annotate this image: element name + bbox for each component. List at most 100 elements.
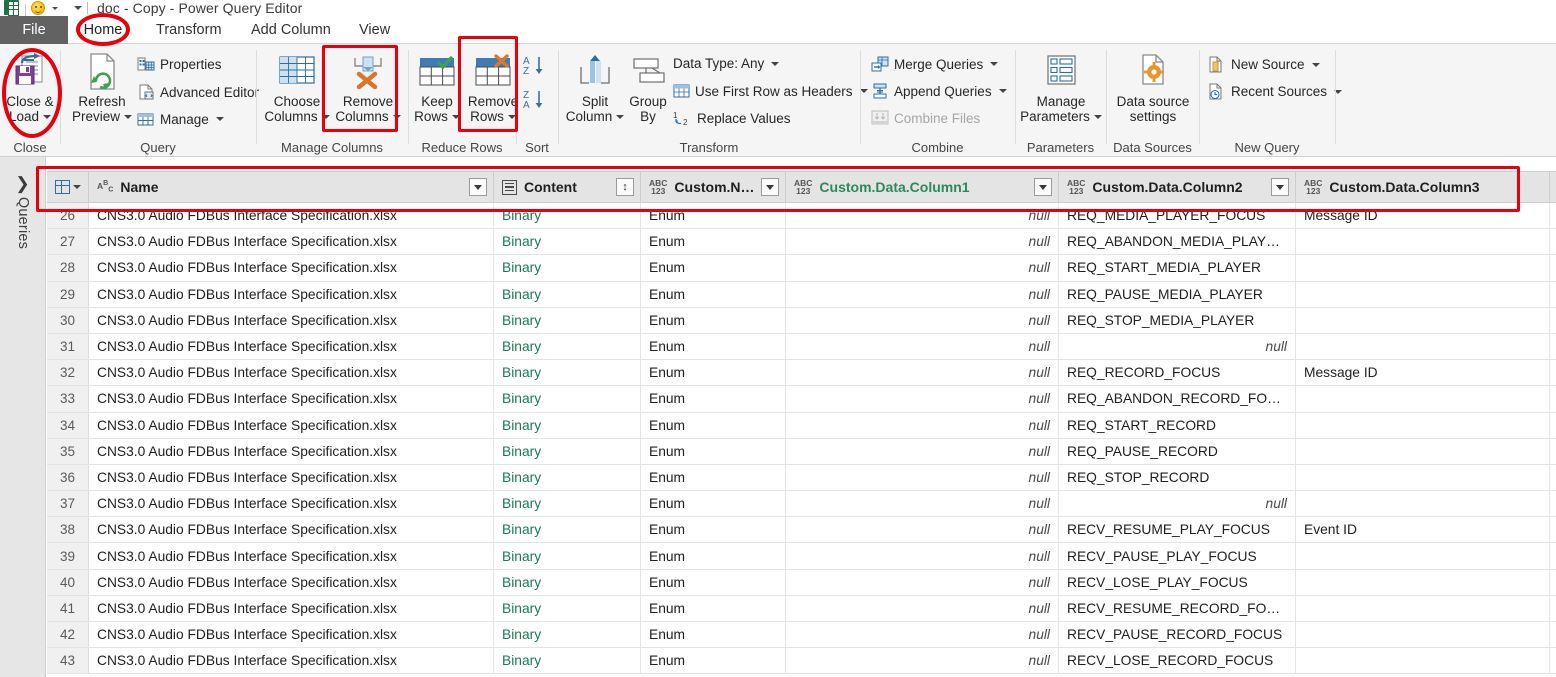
- excel-icon[interactable]: [4, 0, 20, 16]
- row-number[interactable]: 43: [47, 648, 89, 674]
- quick-access-toolbar[interactable]: [0, 0, 82, 16]
- table-row[interactable]: 30 CNS3.0 Audio FDBus Interface Specifica…: [47, 307, 1556, 334]
- cell-name[interactable]: CNS3.0 Audio FDBus Interface Specificati…: [89, 412, 494, 438]
- table-row[interactable]: 31 CNS3.0 Audio FDBus Interface Specifica…: [47, 333, 1556, 361]
- table-row[interactable]: 28 CNS3.0 Audio FDBus Interface Specifica…: [47, 255, 1556, 282]
- column-header-name[interactable]: ABC Name: [89, 172, 494, 202]
- advanced-editor-button[interactable]: Advanced Editor: [137, 84, 259, 100]
- cell-content[interactable]: Binary: [494, 595, 641, 621]
- table-row[interactable]: 34 CNS3.0 Audio FDBus Interface Specifica…: [47, 412, 1556, 439]
- cell-custom-name[interactable]: Enum: [641, 360, 786, 386]
- recent-sources-button[interactable]: Recent Sources: [1208, 83, 1343, 100]
- cell-name[interactable]: CNS3.0 Audio FDBus Interface Specificati…: [89, 438, 494, 464]
- row-number[interactable]: 40: [47, 569, 89, 595]
- cell-custom-name[interactable]: Enum: [641, 595, 786, 621]
- cell-column1[interactable]: null: [786, 491, 1059, 517]
- cell-column3[interactable]: [1296, 491, 1550, 517]
- sort-descending-button[interactable]: Z A: [522, 88, 550, 119]
- cell-column2[interactable]: REQ_STOP_MEDIA_PLAYER: [1059, 307, 1296, 333]
- cell-content[interactable]: Binary: [494, 464, 641, 491]
- remove-rows-dropdown-icon[interactable]: [507, 114, 516, 119]
- cell-content[interactable]: Binary: [494, 569, 641, 595]
- column-filter-custom-data-column2-button[interactable]: [1271, 178, 1289, 196]
- refresh-preview-button[interactable]: Refresh Preview: [69, 50, 135, 124]
- row-number[interactable]: 38: [47, 517, 89, 543]
- chevron-right-icon[interactable]: ❯: [15, 175, 29, 192]
- table-row[interactable]: 36 CNS3.0 Audio FDBus Interface Specifica…: [47, 464, 1556, 492]
- cell-column3[interactable]: [1296, 229, 1550, 255]
- data-type-button[interactable]: Data Type: Any: [673, 56, 780, 71]
- cell-column1[interactable]: null: [786, 648, 1059, 674]
- cell-column3[interactable]: [1296, 543, 1550, 569]
- cell-custom-name[interactable]: Enum: [641, 438, 786, 464]
- row-number[interactable]: 28: [47, 255, 89, 281]
- cell-name[interactable]: CNS3.0 Audio FDBus Interface Specificati…: [89, 281, 494, 307]
- tab-home[interactable]: Home: [70, 16, 136, 44]
- table-row[interactable]: 43 CNS3.0 Audio FDBus Interface Specifica…: [47, 648, 1556, 675]
- row-number[interactable]: 41: [47, 595, 89, 621]
- row-number[interactable]: 32: [47, 360, 89, 386]
- cell-column3[interactable]: [1296, 255, 1550, 281]
- cell-column1[interactable]: null: [786, 281, 1059, 307]
- cell-column3[interactable]: [1296, 386, 1550, 412]
- use-first-row-as-headers-button[interactable]: Use First Row as Headers: [673, 83, 868, 99]
- choose-columns-dropdown-icon[interactable]: [321, 114, 330, 119]
- row-number[interactable]: 26: [47, 203, 89, 229]
- cell-column2[interactable]: RECV_PAUSE_RECORD_FOCUS: [1059, 622, 1296, 648]
- cell-column1[interactable]: null: [786, 569, 1059, 595]
- cell-column1[interactable]: null: [786, 229, 1059, 255]
- cell-column2[interactable]: REQ_PAUSE_MEDIA_PLAYER: [1059, 281, 1296, 307]
- row-number[interactable]: 37: [47, 491, 89, 517]
- manage-parameters-dropdown-icon[interactable]: [1093, 114, 1102, 119]
- cell-content[interactable]: Binary: [494, 360, 641, 386]
- cell-content[interactable]: Binary: [494, 203, 641, 229]
- split-column-button[interactable]: Split Column: [563, 50, 627, 124]
- cell-custom-name[interactable]: Enum: [641, 622, 786, 648]
- properties-button[interactable]: Properties: [137, 56, 222, 72]
- cell-column3[interactable]: [1296, 622, 1550, 648]
- cell-column3[interactable]: [1296, 464, 1550, 491]
- data-source-settings-button[interactable]: Data source settings: [1111, 50, 1195, 124]
- tab-view[interactable]: View: [345, 16, 404, 44]
- manage-dropdown-icon[interactable]: [215, 117, 224, 121]
- refresh-preview-dropdown-icon[interactable]: [124, 114, 132, 119]
- cell-content[interactable]: Binary: [494, 255, 641, 281]
- table-row[interactable]: 40 CNS3.0 Audio FDBus Interface Specifica…: [47, 569, 1556, 596]
- cell-custom-name[interactable]: Enum: [641, 412, 786, 438]
- cell-name[interactable]: CNS3.0 Audio FDBus Interface Specificati…: [89, 491, 494, 517]
- merge-queries-dropdown-icon[interactable]: [990, 62, 999, 66]
- table-row[interactable]: 41 CNS3.0 Audio FDBus Interface Specifica…: [47, 595, 1556, 622]
- cell-custom-name[interactable]: Enum: [641, 333, 786, 360]
- cell-custom-name[interactable]: Enum: [641, 517, 786, 543]
- cell-column1[interactable]: null: [786, 307, 1059, 333]
- table-row[interactable]: 39 CNS3.0 Audio FDBus Interface Specifica…: [47, 543, 1556, 570]
- remove-columns-button[interactable]: Remove Columns: [333, 50, 403, 124]
- cell-column3[interactable]: [1296, 648, 1550, 674]
- cell-column3[interactable]: [1296, 569, 1550, 595]
- cell-column3[interactable]: [1296, 595, 1550, 621]
- new-source-button[interactable]: New Source: [1208, 56, 1320, 73]
- close-and-load-dropdown-icon[interactable]: [43, 114, 52, 119]
- cell-name[interactable]: CNS3.0 Audio FDBus Interface Specificati…: [89, 648, 494, 674]
- sort-ascending-button[interactable]: A Z: [522, 54, 550, 85]
- table-row[interactable]: 37 CNS3.0 Audio FDBus Interface Specifica…: [47, 491, 1556, 518]
- cell-column3[interactable]: [1296, 333, 1550, 360]
- cell-column1[interactable]: null: [786, 517, 1059, 543]
- smiley-icon[interactable]: [31, 0, 47, 16]
- cell-name[interactable]: CNS3.0 Audio FDBus Interface Specificati…: [89, 229, 494, 255]
- customize-quick-access-toolbar-icon[interactable]: [74, 6, 82, 10]
- tab-add-column[interactable]: Add Column: [237, 16, 345, 44]
- cell-column1[interactable]: null: [786, 622, 1059, 648]
- cell-column3[interactable]: [1296, 281, 1550, 307]
- cell-custom-name[interactable]: Enum: [641, 491, 786, 517]
- cell-column2[interactable]: RECV_RESUME_RECORD_FOCUS: [1059, 595, 1296, 621]
- cell-content[interactable]: Binary: [494, 386, 641, 412]
- cell-column3[interactable]: Message ID: [1296, 360, 1550, 386]
- close-and-load-button[interactable]: Close & Load: [2, 50, 58, 124]
- cell-column1[interactable]: null: [786, 255, 1059, 281]
- cell-name[interactable]: CNS3.0 Audio FDBus Interface Specificati…: [89, 569, 494, 595]
- cell-column1[interactable]: null: [786, 543, 1059, 569]
- row-number[interactable]: 42: [47, 622, 89, 648]
- cell-custom-name[interactable]: Enum: [641, 648, 786, 674]
- cell-name[interactable]: CNS3.0 Audio FDBus Interface Specificati…: [89, 255, 494, 281]
